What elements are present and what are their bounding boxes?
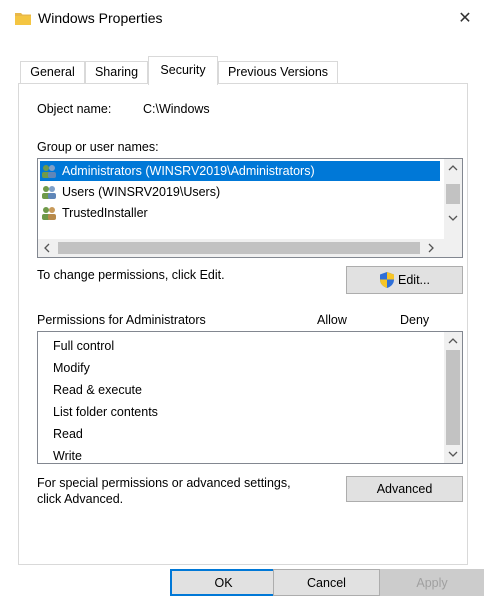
cancel-button[interactable]: Cancel bbox=[273, 569, 380, 596]
scroll-left-button[interactable] bbox=[38, 239, 56, 257]
properties-dialog: Windows Properties ✕ General Sharing Sec… bbox=[0, 0, 484, 599]
object-name-label: Object name: bbox=[37, 102, 112, 116]
scroll-thumb[interactable] bbox=[58, 242, 420, 254]
apply-button-label: Apply bbox=[416, 575, 448, 590]
permission-row: Write bbox=[53, 449, 82, 463]
scroll-up-button[interactable] bbox=[444, 159, 462, 177]
advanced-button[interactable]: Advanced bbox=[346, 476, 463, 502]
title-bar: Windows Properties ✕ bbox=[0, 0, 484, 38]
list-item[interactable]: TrustedInstaller bbox=[40, 203, 440, 223]
folder-icon bbox=[15, 13, 31, 25]
users-vertical-scrollbar[interactable] bbox=[444, 159, 462, 239]
scroll-up-button[interactable] bbox=[444, 332, 462, 350]
window-title: Windows Properties bbox=[38, 10, 163, 26]
user-name: TrustedInstaller bbox=[62, 206, 148, 220]
users-group-icon bbox=[42, 186, 56, 199]
scroll-right-button[interactable] bbox=[422, 239, 440, 257]
ok-button-label: OK bbox=[214, 575, 233, 590]
permissions-listbox[interactable]: Full control Modify Read & execute List … bbox=[37, 331, 463, 464]
tab-sharing[interactable]: Sharing bbox=[85, 61, 148, 84]
permission-row: Read bbox=[53, 427, 83, 441]
permissions-for-label: Permissions for Administrators bbox=[37, 313, 206, 327]
advanced-info-text-line1: For special permissions or advanced sett… bbox=[37, 476, 291, 490]
object-name-value: C:\Windows bbox=[143, 102, 210, 116]
permission-row: Modify bbox=[53, 361, 90, 375]
user-name: Administrators (WINSRV2019\Administrator… bbox=[62, 164, 315, 178]
permissions-vertical-scrollbar[interactable] bbox=[444, 332, 462, 463]
scroll-down-button[interactable] bbox=[444, 209, 462, 227]
security-tab-panel: Object name: C:\Windows Group or user na… bbox=[18, 83, 468, 565]
permission-row: List folder contents bbox=[53, 405, 158, 419]
deny-column-header: Deny bbox=[400, 313, 430, 327]
chevron-up-icon bbox=[448, 165, 458, 171]
close-button[interactable]: ✕ bbox=[446, 0, 484, 36]
tab-general[interactable]: General bbox=[20, 61, 85, 84]
chevron-left-icon bbox=[44, 243, 50, 253]
chevron-down-icon bbox=[448, 215, 458, 221]
permission-row: Read & execute bbox=[53, 383, 142, 397]
tab-strip: General Sharing Security Previous Versio… bbox=[0, 56, 484, 85]
cancel-button-label: Cancel bbox=[307, 575, 346, 590]
scroll-thumb[interactable] bbox=[446, 350, 460, 445]
permission-row: Full control bbox=[53, 339, 115, 353]
change-permissions-text: To change permissions, click Edit. bbox=[37, 268, 225, 282]
users-group-icon bbox=[42, 165, 56, 178]
advanced-button-label: Advanced bbox=[376, 482, 433, 496]
advanced-info-text-line2: click Advanced. bbox=[37, 492, 124, 506]
tab-previous-versions[interactable]: Previous Versions bbox=[218, 61, 338, 84]
close-icon: ✕ bbox=[458, 10, 472, 27]
list-item[interactable]: Users (WINSRV2019\Users) bbox=[40, 182, 440, 202]
group-or-user-names-label: Group or user names: bbox=[37, 140, 159, 154]
edit-button-label: Edit... bbox=[398, 273, 430, 287]
chevron-up-icon bbox=[448, 338, 458, 344]
ok-button[interactable]: OK bbox=[170, 569, 277, 596]
users-horizontal-scrollbar[interactable] bbox=[38, 239, 462, 257]
users-listbox[interactable]: Administrators (WINSRV2019\Administrator… bbox=[37, 158, 463, 258]
users-group-icon bbox=[42, 207, 56, 220]
scroll-thumb[interactable] bbox=[446, 184, 460, 204]
tab-security[interactable]: Security bbox=[148, 56, 218, 85]
edit-button[interactable]: Edit... bbox=[346, 266, 463, 294]
chevron-down-icon bbox=[448, 451, 458, 457]
apply-button[interactable]: Apply bbox=[380, 569, 484, 596]
allow-column-header: Allow bbox=[317, 313, 347, 327]
scroll-down-button[interactable] bbox=[444, 445, 462, 463]
uac-shield-icon bbox=[380, 272, 395, 288]
user-name: Users (WINSRV2019\Users) bbox=[62, 185, 221, 199]
chevron-right-icon bbox=[428, 243, 434, 253]
list-item[interactable]: Administrators (WINSRV2019\Administrator… bbox=[40, 161, 440, 181]
